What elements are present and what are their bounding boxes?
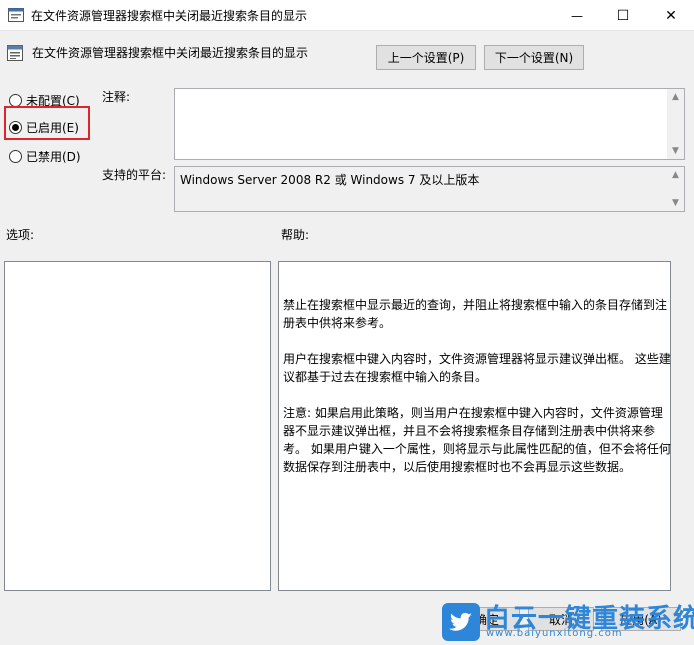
platform-box: Windows Server 2008 R2 或 Windows 7 及以上版本… [174,166,685,212]
platform-scrollbar[interactable]: ▲ ▼ [667,167,684,211]
comment-scrollbar[interactable]: ▲ ▼ [667,89,684,159]
watermark-url: www.baiyunxitong.com [486,628,623,639]
policy-editor-icon [8,8,24,22]
comment-label: 注释: [102,90,131,104]
platform-label: 支持的平台: [102,168,167,182]
close-icon: ✕ [665,7,677,24]
scroll-down-icon[interactable]: ▼ [672,143,679,159]
twitter-bird-logo-icon [442,603,480,641]
radio-disabled[interactable]: 已禁用(D) [9,148,81,165]
radio-circle[interactable] [9,150,22,163]
help-paragraph: 用户在搜索框中键入内容时，文件资源管理器将显示建议弹出框。 这些建议都基于过去在… [283,352,671,384]
help-paragraph: 注意: 如果启用此策略，则当用户在搜索框中键入内容时，文件资源管理器不显示建议弹… [283,406,671,474]
radio-label: 已禁用(D) [26,150,81,164]
close-button[interactable]: ✕ [648,0,694,31]
maximize-icon: ☐ [616,7,630,24]
scroll-up-icon[interactable]: ▲ [672,89,679,105]
window-title: 在文件资源管理器搜索框中关闭最近搜索条目的显示 [31,9,308,23]
setting-title: 在文件资源管理器搜索框中关闭最近搜索条目的显示 [32,46,309,60]
options-panel [4,261,271,591]
platform-text: Windows Server 2008 R2 或 Windows 7 及以上版本 [180,173,480,187]
help-label: 帮助: [281,228,310,242]
minimize-icon: — [571,8,583,23]
setting-icon [7,45,23,61]
help-paragraph: 禁止在搜索框中显示最近的查询，并阻止将搜索框中输入的条目存储到注册表中供将来参考… [283,298,668,330]
title-bar: 在文件资源管理器搜索框中关闭最近搜索条目的显示 — ☐ ✕ [0,0,694,31]
scroll-up-icon[interactable]: ▲ [672,167,679,183]
previous-setting-button[interactable]: 上一个设置(P) [376,45,476,70]
options-label: 选项: [6,228,35,242]
maximize-button[interactable]: ☐ [600,0,646,31]
help-text: 禁止在搜索框中显示最近的查询，并阻止将搜索框中输入的条目存储到注册表中供将来参考… [283,296,671,494]
comment-textarea[interactable]: ▲ ▼ [174,88,685,160]
minimize-button[interactable]: — [554,0,600,31]
scroll-down-icon[interactable]: ▼ [672,195,679,211]
help-panel: 禁止在搜索框中显示最近的查询，并阻止将搜索框中输入的条目存储到注册表中供将来参考… [278,261,671,591]
next-setting-button[interactable]: 下一个设置(N) [484,45,584,70]
highlight-box [4,106,90,140]
